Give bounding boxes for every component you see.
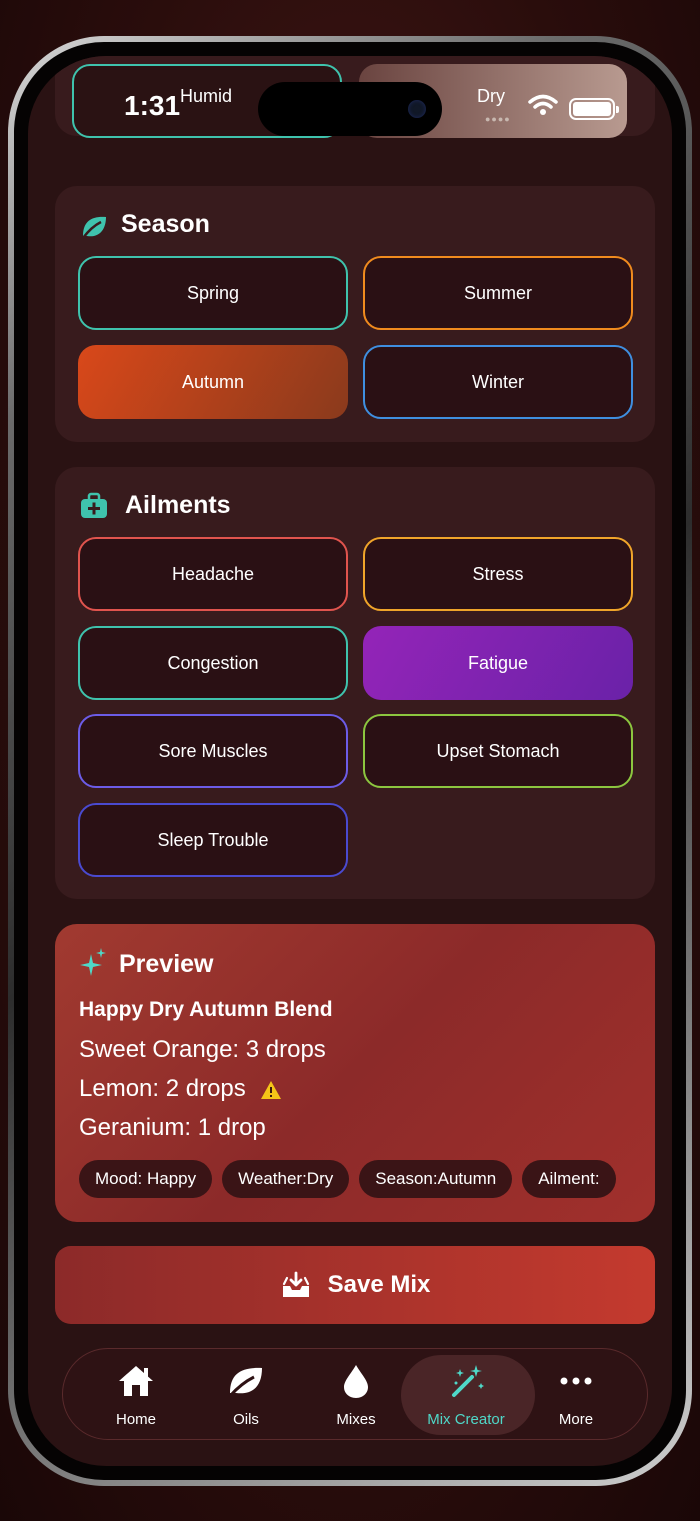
ailment-option-stress[interactable]: Stress (363, 537, 633, 611)
ingredient-text: Lemon: 2 drops (79, 1075, 246, 1102)
ingredient-line: Sweet Orange: 3 drops (79, 1036, 326, 1064)
leaf-icon (228, 1367, 262, 1397)
ailment-option-label: Fatigue (467, 652, 529, 673)
ailment-option-label: Sore Muscles (158, 740, 268, 761)
tag-ailment: Ailment: (522, 1160, 616, 1198)
ailment-option-upset-stomach[interactable]: Upset Stomach (363, 714, 633, 788)
tag-list[interactable]: Mood: Happy Weather:Dry Season:Autumn Ailme… (79, 1160, 633, 1200)
ailment-option-headache[interactable]: Headache (78, 537, 348, 611)
save-mix-button[interactable]: Save Mix (55, 1246, 655, 1324)
ellipsis-icon (560, 1377, 592, 1385)
tab-oils[interactable]: Oils (191, 1349, 301, 1441)
warning-icon[interactable] (260, 1080, 282, 1100)
tab-mixes[interactable]: Mixes (301, 1349, 411, 1441)
battery-icon (569, 98, 619, 120)
signal-dots-icon: ●●●● (485, 114, 511, 124)
house-icon (119, 1366, 153, 1396)
season-option-label: Autumn (181, 371, 245, 392)
save-tray-icon (282, 1271, 309, 1297)
preview-title: Preview (119, 950, 214, 978)
wifi-icon (528, 94, 558, 115)
tab-label: More (558, 1411, 594, 1428)
ailment-option-label: Sleep Trouble (157, 829, 269, 850)
medical-kit-icon (81, 492, 107, 518)
ailments-card: Ailments Headache Stress Congestion Fati… (55, 467, 655, 899)
tag-weather: Weather:Dry (222, 1160, 350, 1198)
blend-name: Happy Dry Autumn Blend (79, 998, 333, 1021)
ingredient-text: Sweet Orange: 3 drops (79, 1036, 326, 1063)
tag-season: Season:Autumn (359, 1160, 513, 1198)
sparkles-icon (80, 948, 106, 976)
ailment-option-label: Congestion (167, 652, 259, 673)
season-option-summer[interactable]: Summer (363, 256, 633, 330)
screen: 1:31 Humid Dry ●●●● Season Spring Summer… (28, 56, 672, 1466)
phone-bezel: 1:31 Humid Dry ●●●● Season Spring Summer… (14, 42, 686, 1480)
status-time: 1:31 (124, 90, 181, 121)
season-option-label: Winter (471, 371, 524, 392)
season-option-label: Summer (463, 282, 532, 303)
leaf-icon (82, 216, 106, 239)
ingredient-line: Lemon: 2 drops (79, 1075, 282, 1103)
phone-frame: 1:31 Humid Dry ●●●● Season Spring Summer… (8, 36, 692, 1486)
ailment-option-fatigue[interactable]: Fatigue (363, 626, 633, 700)
drop-icon (344, 1365, 368, 1398)
tab-label: Mixes (336, 1411, 376, 1428)
tag-mood: Mood: Happy (79, 1160, 213, 1198)
season-option-winter[interactable]: Winter (363, 345, 633, 419)
tab-mix-creator[interactable]: Mix Creator (401, 1349, 535, 1441)
ailment-option-label: Upset Stomach (436, 740, 560, 761)
ailment-option-sleep-trouble[interactable]: Sleep Trouble (78, 803, 348, 877)
magic-wand-icon (452, 1365, 484, 1397)
ailment-option-congestion[interactable]: Congestion (78, 626, 348, 700)
preview-card: Preview Happy Dry Autumn Blend Sweet Ora… (55, 924, 655, 1222)
tab-more[interactable]: More (521, 1349, 631, 1441)
ailment-option-sore-muscles[interactable]: Sore Muscles (78, 714, 348, 788)
ailment-option-label: Headache (171, 563, 255, 584)
ingredient-text: Geranium: 1 drop (79, 1114, 266, 1141)
camera-icon (408, 100, 426, 118)
season-option-autumn[interactable]: Autumn (78, 345, 348, 419)
season-option-label: Spring (186, 282, 240, 303)
season-option-spring[interactable]: Spring (78, 256, 348, 330)
weather-label-dry: Dry (477, 86, 505, 106)
tab-home[interactable]: Home (81, 1349, 191, 1441)
tab-label: Mix Creator (427, 1411, 505, 1428)
tab-bar: Home Oils Mixes Mix Creator More (62, 1348, 648, 1440)
tab-label: Oils (233, 1411, 259, 1428)
ailment-option-label: Stress (472, 563, 524, 584)
ingredient-line: Geranium: 1 drop (79, 1114, 266, 1142)
save-mix-label: Save Mix (327, 1271, 431, 1298)
tab-label: Home (115, 1411, 156, 1428)
dynamic-island (258, 82, 442, 136)
weather-label-humid: Humid (180, 86, 233, 106)
season-card: Season Spring Summer Autumn Winter (55, 186, 655, 442)
season-title: Season (121, 210, 210, 238)
ailments-title: Ailments (125, 491, 231, 519)
